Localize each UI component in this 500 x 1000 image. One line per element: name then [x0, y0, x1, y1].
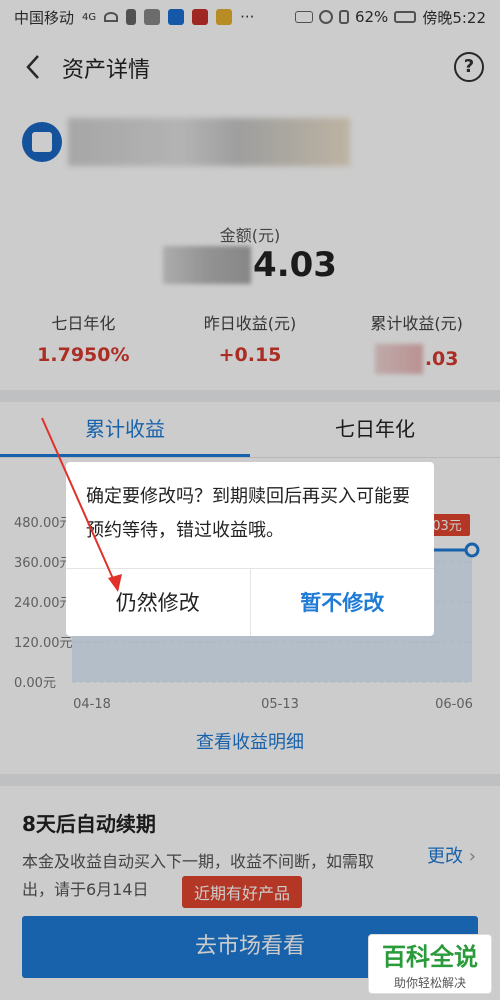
cancel-modify-button[interactable]: 暂不修改 [251, 569, 435, 636]
watermark-sub: 助你轻松解决 [393, 976, 466, 990]
dialog-buttons: 仍然修改 暂不修改 [66, 568, 434, 636]
watermark-logo: 百科全说 助你轻松解决 [368, 934, 492, 994]
confirm-modify-button[interactable]: 仍然修改 [66, 569, 251, 636]
dialog-message: 确定要修改吗？到期赎回后再买入可能要预约等待，错过收益哦。 [86, 486, 410, 541]
watermark-main: 百科全说 [382, 943, 478, 971]
confirm-dialog: 确定要修改吗？到期赎回后再买入可能要预约等待，错过收益哦。 仍然修改 暂不修改 [66, 462, 434, 636]
